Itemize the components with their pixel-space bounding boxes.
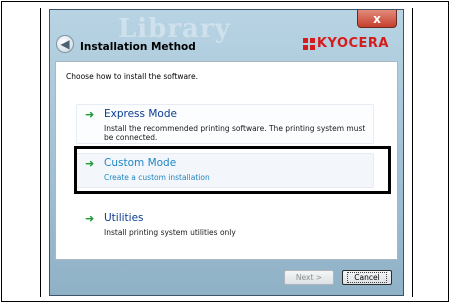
close-button[interactable]: x bbox=[357, 10, 397, 28]
arrow-right-icon: ➜ bbox=[85, 212, 95, 225]
option-label: Utilities bbox=[104, 212, 144, 224]
option-description: Install printing system utilities only bbox=[104, 228, 236, 237]
instruction-text: Choose how to install the software. bbox=[66, 72, 198, 81]
option-label: Express Mode bbox=[104, 108, 177, 120]
next-button[interactable]: Next > bbox=[284, 270, 334, 285]
option-description: Install the recommended printing softwar… bbox=[104, 124, 366, 142]
left-divider bbox=[40, 8, 41, 297]
back-arrow-icon: ◀ bbox=[60, 37, 70, 51]
kyocera-logo-icon bbox=[302, 37, 315, 50]
cancel-label: Cancel bbox=[347, 272, 387, 283]
right-divider bbox=[412, 8, 413, 297]
brand-name: KYOCERA bbox=[316, 36, 389, 51]
arrow-right-icon: ➜ bbox=[85, 108, 95, 121]
button-bar: Next > Cancel bbox=[50, 260, 403, 295]
window-title: Installation Method bbox=[80, 41, 196, 53]
title-bar: Library x ◀ Installation Method KYOCERA bbox=[50, 10, 403, 60]
brand-logo: KYOCERA bbox=[302, 36, 389, 51]
utilities-option[interactable]: ➜ Utilities Install printing system util… bbox=[76, 208, 374, 242]
close-icon: x bbox=[373, 11, 381, 26]
cancel-button[interactable]: Cancel bbox=[342, 270, 392, 285]
background-watermark: Library bbox=[118, 14, 231, 44]
highlight-box bbox=[74, 146, 391, 194]
express-mode-option[interactable]: ➜ Express Mode Install the recommended p… bbox=[76, 104, 374, 144]
back-button[interactable]: ◀ bbox=[56, 35, 74, 53]
